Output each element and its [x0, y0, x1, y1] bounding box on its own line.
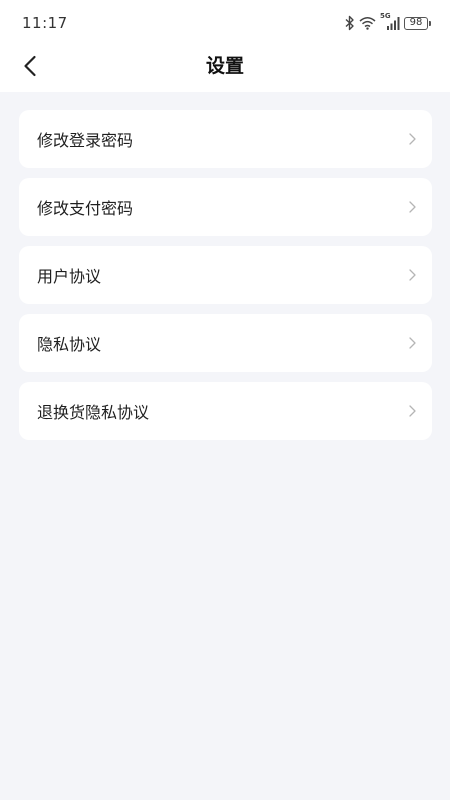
menu-item-label: 用户协议: [37, 267, 102, 286]
wifi-icon: [359, 16, 376, 30]
nav-bar: 设置: [0, 44, 450, 92]
chevron-right-icon: [409, 405, 416, 417]
signal-icon: 5G: [380, 12, 400, 31]
menu-item-label: 退换货隐私协议: [37, 403, 150, 422]
bluetooth-icon: [345, 15, 355, 31]
menu-item-change-login-password[interactable]: 修改登录密码: [19, 110, 432, 168]
chevron-right-icon: [409, 269, 416, 281]
menu-item-change-payment-password[interactable]: 修改支付密码: [19, 178, 432, 236]
menu-item-label: 隐私协议: [37, 335, 102, 354]
menu-item-return-privacy-agreement[interactable]: 退换货隐私协议: [19, 382, 432, 440]
battery-icon: 98: [404, 16, 431, 30]
chevron-right-icon: [409, 133, 416, 145]
battery-level: 98: [409, 17, 423, 28]
menu-item-label: 修改登录密码: [37, 131, 134, 150]
status-icons: 5G 98: [345, 12, 431, 32]
menu-item-user-agreement[interactable]: 用户协议: [19, 246, 432, 304]
status-time: 11:17: [22, 14, 68, 32]
menu-item-privacy-agreement[interactable]: 隐私协议: [19, 314, 432, 372]
chevron-right-icon: [409, 337, 416, 349]
page-title: 设置: [205, 55, 244, 77]
chevron-right-icon: [409, 201, 416, 213]
menu-item-label: 修改支付密码: [37, 199, 134, 218]
status-bar: 11:17 5G 98: [0, 0, 450, 44]
settings-menu-list: 修改登录密码 修改支付密码 用户协议 隐私协议 退换货隐私协议: [19, 110, 432, 440]
